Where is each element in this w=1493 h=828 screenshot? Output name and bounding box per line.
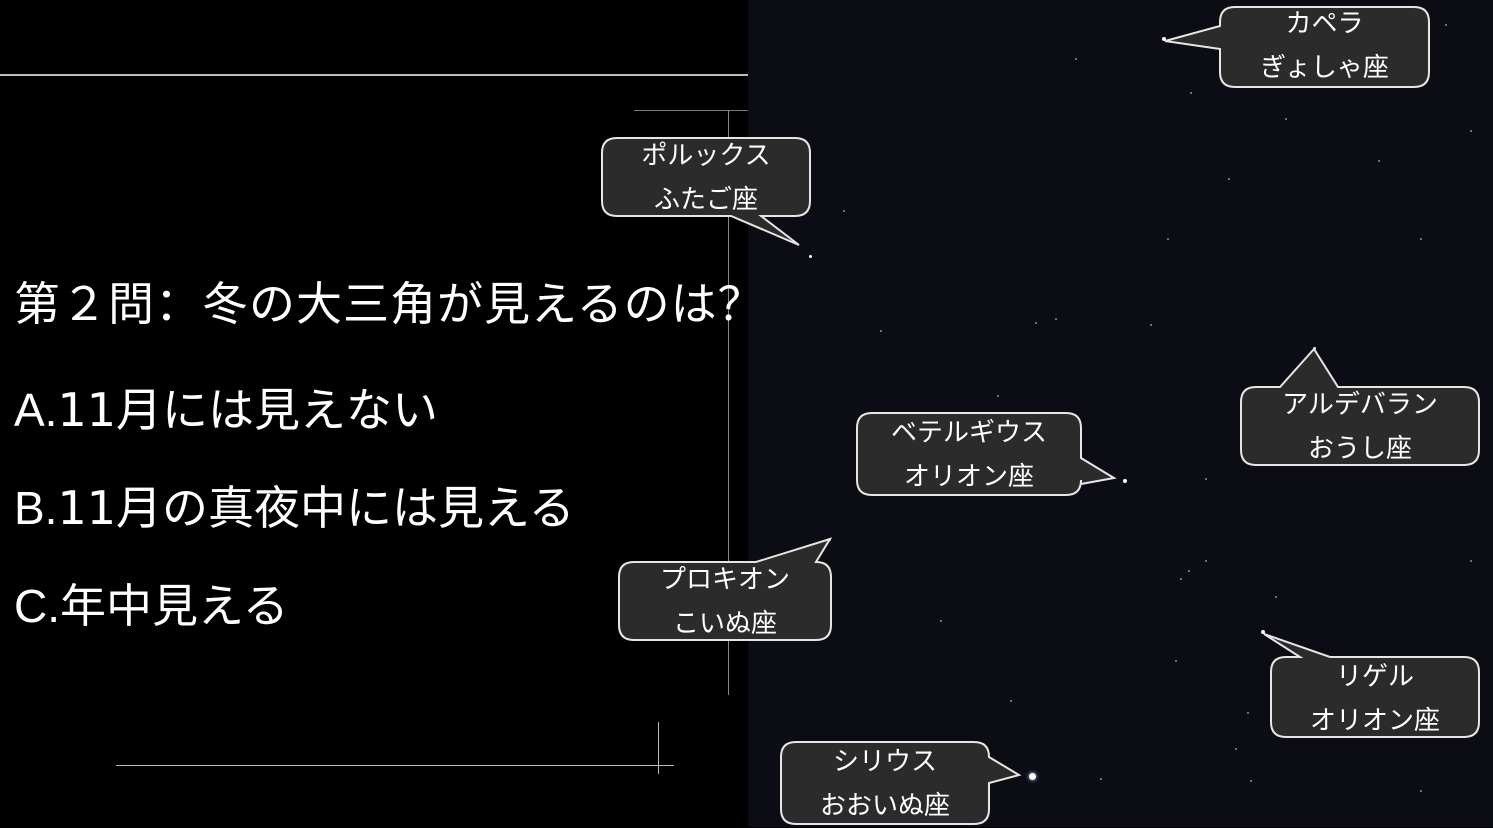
background-star <box>1275 596 1277 598</box>
constellation-name: おうし座 <box>1307 434 1412 464</box>
background-star <box>997 395 999 397</box>
constellation-name: オリオン座 <box>1309 706 1440 736</box>
constellation-name: こいぬ座 <box>672 609 777 639</box>
background-star <box>1205 560 1207 562</box>
background-star <box>1247 712 1249 714</box>
background-star <box>1190 92 1192 94</box>
background-star <box>1010 700 1012 702</box>
star-name: カペラ <box>1285 9 1364 39</box>
constellation-name: おおいぬ座 <box>819 791 950 821</box>
background-star <box>1205 478 1207 480</box>
background-star <box>1235 748 1237 750</box>
star-name: プロキオン <box>659 565 790 595</box>
constellation-name: オリオン座 <box>903 462 1034 492</box>
star-name: シリウス <box>832 747 937 777</box>
option-b-key: B. <box>14 482 58 534</box>
divider-line <box>634 110 748 111</box>
background-star <box>1445 24 1447 26</box>
option-c-text: 年中見える <box>60 579 289 633</box>
background-star <box>1100 778 1102 780</box>
background-star <box>1285 118 1287 120</box>
callout-rigel: リゲル オリオン座 <box>1263 633 1480 738</box>
background-star <box>1167 238 1169 240</box>
callout-pollux: ポルックス ふたご座 <box>601 137 811 246</box>
star-name: リゲル <box>1335 662 1414 692</box>
callout-procyon: プロキオン こいぬ座 <box>618 537 833 641</box>
background-star <box>1228 178 1230 180</box>
callout-sirius: シリウス おおいぬ座 <box>780 741 1022 825</box>
star-name: ベテルギウス <box>890 418 1047 448</box>
star-name: ポルックス <box>641 141 771 171</box>
callout-capella: カペラ ぎょしゃ座 <box>1164 6 1430 88</box>
background-star <box>940 620 942 622</box>
background-star <box>1420 790 1422 792</box>
callout-aldebaran: アルデバラン おうし座 <box>1240 347 1480 466</box>
star-name: アルデバラン <box>1282 390 1438 420</box>
option-a[interactable]: A.11月には見えない <box>14 374 438 440</box>
option-a-key: A. <box>14 384 58 436</box>
option-b[interactable]: B.11月の真夜中には見える <box>14 472 575 538</box>
callout-betelgeuse: ベテルギウス オリオン座 <box>856 412 1117 496</box>
option-c[interactable]: C.年中見える <box>14 570 289 636</box>
betelgeuse-star <box>1123 479 1127 483</box>
background-star <box>880 330 882 332</box>
background-star <box>1035 322 1037 324</box>
option-c-key: C. <box>14 580 60 632</box>
background-star <box>1180 578 1182 580</box>
background-star <box>1378 160 1380 162</box>
option-b-text: 11月の真夜中には見える <box>57 481 575 535</box>
pollux-star <box>809 255 812 258</box>
background-star <box>1470 130 1472 132</box>
option-a-text: 11月には見えない <box>57 383 439 437</box>
background-star <box>1175 660 1177 662</box>
divider-line <box>116 765 674 766</box>
quiz-slide: 第２問：冬の大三角が見えるのは？ A.11月には見えない B.11月の真夜中には… <box>0 0 1493 827</box>
background-star <box>1420 238 1422 240</box>
background-star <box>1470 560 1472 562</box>
sirius-star <box>1029 773 1036 780</box>
background-star <box>843 210 845 212</box>
background-star <box>1188 570 1190 572</box>
divider-line <box>658 722 659 774</box>
constellation-name: ふたご座 <box>653 185 758 215</box>
question-title: 第２問：冬の大三角が見えるのは？ <box>14 277 765 331</box>
background-star <box>1055 318 1057 320</box>
background-star <box>1150 324 1152 326</box>
background-star <box>1250 780 1252 782</box>
divider-line <box>0 74 748 76</box>
constellation-name: ぎょしゃ座 <box>1260 53 1389 83</box>
background-star <box>1075 58 1077 60</box>
